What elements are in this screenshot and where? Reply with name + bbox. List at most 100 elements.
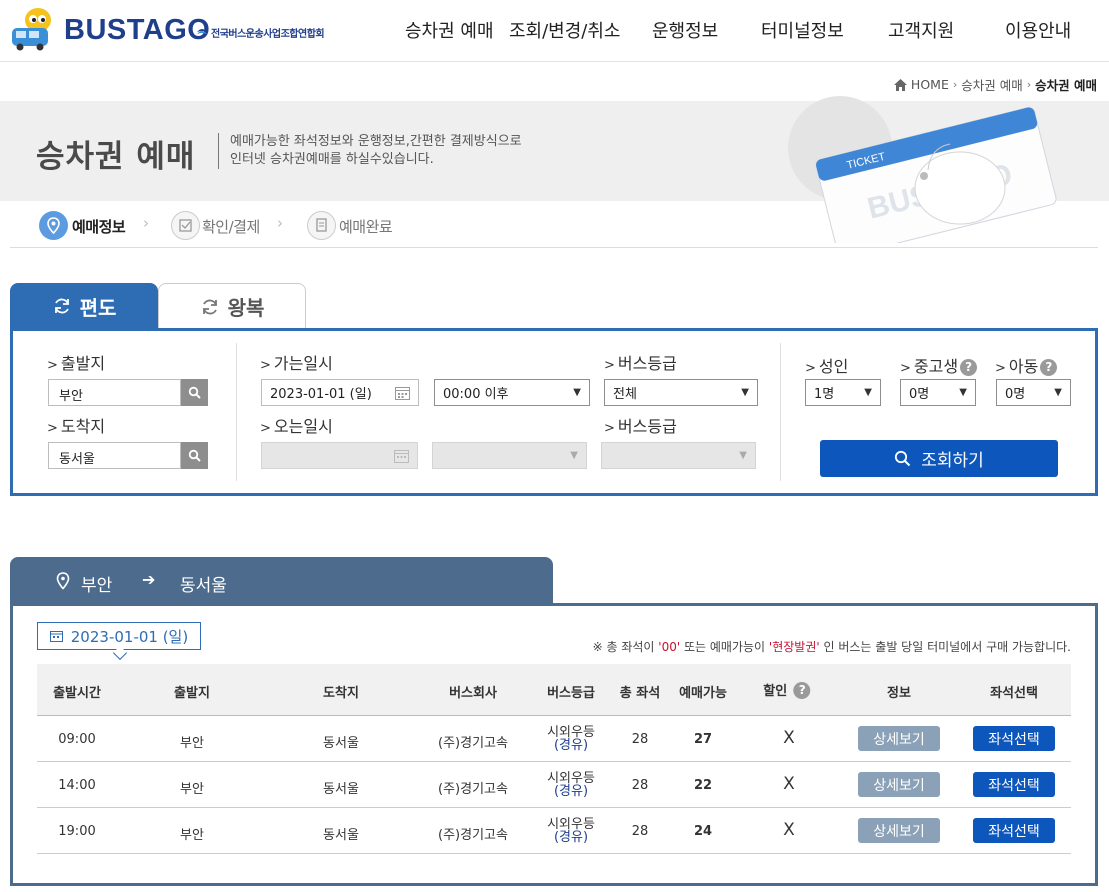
check-payment-icon xyxy=(171,211,200,240)
bustago-logo[interactable] xyxy=(8,6,60,52)
page-description-line1: 예매가능한 좌석정보와 운행정보,간편한 결제방식으로 xyxy=(230,134,522,149)
refresh-icon xyxy=(202,299,217,314)
return-date-label: > 오는일시 xyxy=(260,417,333,436)
document-icon xyxy=(307,211,336,240)
detail-button[interactable]: 상세보기 xyxy=(858,818,940,843)
divider xyxy=(236,343,237,481)
nav-operation-info[interactable]: 운행정보 xyxy=(652,17,718,43)
select-seat-button[interactable]: 좌석선택 xyxy=(973,726,1055,751)
refresh-icon xyxy=(54,298,69,314)
row-discount: X xyxy=(783,728,795,748)
detail-button[interactable]: 상세보기 xyxy=(858,772,940,797)
search-icon xyxy=(188,386,201,399)
search-button-label: 조회하기 xyxy=(921,451,984,471)
chevron-right-icon: › xyxy=(277,214,283,232)
go-date-value: 2023-01-01 (일) xyxy=(270,387,372,402)
departure-label: > 출발지 xyxy=(47,354,106,373)
col-available: 예매가능 xyxy=(679,686,727,701)
search-button[interactable]: 조회하기 xyxy=(820,440,1058,477)
row-to: 동서울 xyxy=(323,782,359,797)
return-time-select: ▼ xyxy=(432,442,587,469)
step-booking-info: 예매정보 xyxy=(72,218,126,236)
col-info: 정보 xyxy=(887,686,911,701)
brand-name[interactable]: BUSTAGO xyxy=(64,14,210,47)
return-bus-grade-select: ▼ xyxy=(601,442,756,469)
help-icon[interactable]: ? xyxy=(1040,359,1058,376)
arrival-input[interactable]: 동서울 xyxy=(48,442,181,469)
nav-customer-support[interactable]: 고객지원 xyxy=(888,17,954,43)
row-total-seats: 28 xyxy=(631,732,649,747)
col-bus-company: 버스회사 xyxy=(449,686,497,701)
select-seat-button[interactable]: 좌석선택 xyxy=(973,772,1055,797)
title-divider xyxy=(218,133,219,169)
association-name: 전국버스운송사업조합연합회 xyxy=(211,29,325,40)
row-grade: 시외우등 (경유) xyxy=(547,817,595,845)
departure-search-button[interactable] xyxy=(181,379,208,406)
child-count-value: 0명 xyxy=(1005,387,1026,402)
arrival-search-button[interactable] xyxy=(181,442,208,469)
nav-terminal-info[interactable]: 터미널정보 xyxy=(761,17,844,43)
route-to: 동서울 xyxy=(180,576,227,596)
tab-one-way-label: 편도 xyxy=(79,295,117,320)
row-grade: 시외우등 (경유) xyxy=(547,771,595,799)
bus-grade-value: 전체 xyxy=(613,387,637,402)
detail-button[interactable]: 상세보기 xyxy=(858,726,940,751)
student-count-select[interactable]: 0명 ▼ xyxy=(900,379,976,406)
go-date-input[interactable]: 2023-01-01 (일) xyxy=(261,379,419,406)
row-to: 동서울 xyxy=(323,828,359,843)
help-icon[interactable]: ? xyxy=(793,682,811,699)
nav-inquiry-change-cancel[interactable]: 조회/변경/취소 xyxy=(509,17,621,43)
go-time-value: 00:00 이후 xyxy=(443,387,509,402)
row-time: 09:00 xyxy=(58,732,96,747)
route-header: 부안 ➔ 동서울 xyxy=(10,557,553,604)
chevron-down-icon: ▼ xyxy=(1054,387,1062,398)
selected-date: 2023-01-01 (일) xyxy=(70,627,189,646)
departure-input[interactable]: 부안 xyxy=(48,379,181,406)
row-time: 14:00 xyxy=(58,778,96,793)
row-discount: X xyxy=(783,774,795,794)
step-confirm-payment: 확인/결제 xyxy=(202,218,260,236)
row-available: 22 xyxy=(693,778,713,793)
location-pin-icon xyxy=(39,211,68,240)
chevron-down-icon: ▼ xyxy=(959,387,967,398)
calendar-icon[interactable] xyxy=(395,386,410,400)
tab-one-way[interactable]: 편도 xyxy=(10,283,158,329)
select-seat-button[interactable]: 좌석선택 xyxy=(973,818,1055,843)
child-count-select[interactable]: 0명 ▼ xyxy=(996,379,1071,406)
search-icon xyxy=(895,450,911,467)
row-to: 동서울 xyxy=(323,736,359,751)
help-icon[interactable]: ? xyxy=(960,359,978,376)
search-icon xyxy=(188,449,201,462)
col-departure-time: 출발시간 xyxy=(53,686,101,701)
nav-ticket-booking[interactable]: 승차권 예매 xyxy=(405,17,494,43)
chevron-down-icon: ▼ xyxy=(741,387,749,398)
chevron-down-icon: ▼ xyxy=(570,450,578,461)
student-count-value: 0명 xyxy=(909,387,930,402)
bus-grade-select[interactable]: 전체 ▼ xyxy=(604,379,758,406)
chevron-right-icon: › xyxy=(143,214,149,232)
col-departure: 출발지 xyxy=(174,686,210,701)
arrow-right-icon: ➔ xyxy=(142,570,156,589)
row-company: (주)경기고속 xyxy=(438,736,508,751)
row-total-seats: 28 xyxy=(631,824,649,839)
adult-label: > 성인 xyxy=(805,357,849,376)
chevron-down-icon: ▼ xyxy=(864,387,872,398)
adult-count-value: 1명 xyxy=(814,387,835,402)
row-total-seats: 28 xyxy=(631,778,649,793)
student-label: > 중고생? xyxy=(900,353,978,377)
bus-grade-label: > 버스등급 xyxy=(604,354,677,373)
purchase-notice: ※ 총 좌석이 '00' 또는 예매가능이 '현장발권' 인 버스는 출발 당일… xyxy=(592,640,1071,654)
arrival-label: > 도착지 xyxy=(47,417,106,436)
go-time-select[interactable]: 00:00 이후 ▼ xyxy=(434,379,590,406)
page-description-line2: 인터넷 승차권예매를 하실수있습니다. xyxy=(230,152,434,167)
adult-count-select[interactable]: 1명 ▼ xyxy=(805,379,881,406)
calendar-icon xyxy=(394,449,409,463)
chevron-down-icon: ▼ xyxy=(739,450,747,461)
route-from: 부안 xyxy=(81,576,113,596)
col-bus-grade: 버스등급 xyxy=(547,686,595,701)
tab-round-trip-label: 왕복 xyxy=(227,296,265,320)
tab-round-trip[interactable]: 왕복 xyxy=(158,283,306,329)
page-description: 예매가능한 좌석정보와 운행정보,간편한 결제방식으로 인터넷 승차권예매를 하… xyxy=(230,133,522,169)
nav-usage-guide[interactable]: 이용안내 xyxy=(1005,17,1071,43)
row-grade: 시외우등 (경유) xyxy=(547,725,595,753)
